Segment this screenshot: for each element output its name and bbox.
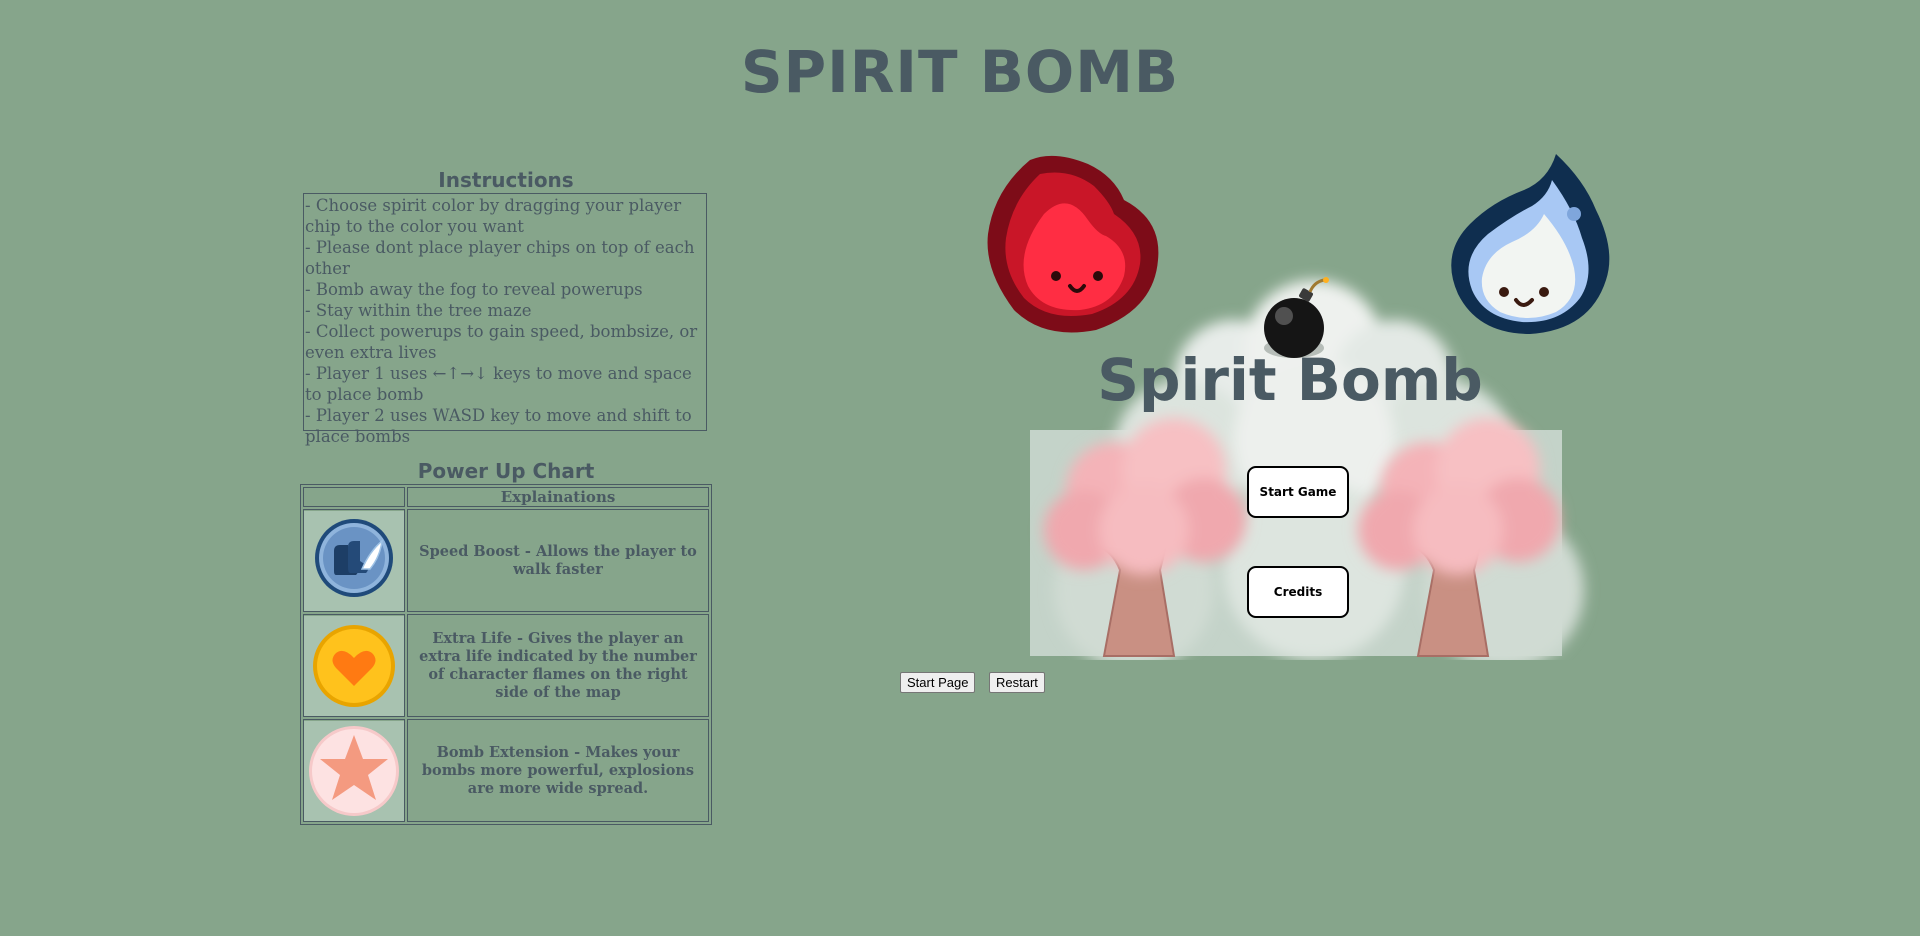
icon-header-cell: [303, 487, 405, 507]
speed-boost-icon: [304, 510, 404, 611]
blue-spirit-icon: [1451, 154, 1610, 334]
extra-life-description: Extra Life - Gives the player an extra l…: [407, 614, 709, 717]
credits-button[interactable]: Credits: [1247, 566, 1349, 618]
instruction-line: - Player 1 uses ←↑→↓ keys to move and sp…: [305, 364, 692, 404]
powerup-chart-title: Power Up Chart: [417, 459, 595, 483]
speed-boost-description: Speed Boost - Allows the player to walk …: [407, 509, 709, 612]
instructions-box: - Choose spirit color by dragging your p…: [303, 193, 707, 446]
instruction-line: - Player 2 uses WASD key to move and shi…: [305, 406, 692, 446]
instruction-line: - Please dont place player chips on top …: [305, 238, 695, 278]
page-title: SPIRIT BOMB: [740, 38, 1180, 106]
speed-boost-icon-cell: [303, 509, 405, 612]
extra-life-icon-cell: [303, 614, 405, 717]
explanations-header: Explainations: [407, 487, 709, 507]
table-row: Speed Boost - Allows the player to walk …: [303, 509, 709, 612]
table-row: Extra Life - Gives the player an extra l…: [303, 614, 709, 717]
bomb-extension-icon: [304, 720, 404, 821]
table-header-row: Explainations: [303, 487, 709, 507]
start-game-button[interactable]: Start Game: [1247, 466, 1349, 518]
instructions-title: Instructions: [438, 168, 574, 192]
instruction-line: - Stay within the tree maze: [305, 301, 532, 320]
table-row: Bomb Extension - Makes your bombs more p…: [303, 719, 709, 822]
start-page-button[interactable]: Start Page: [900, 672, 976, 693]
instruction-line: - Choose spirit color by dragging your p…: [305, 196, 682, 236]
game-logo: Spirit Bomb: [1097, 346, 1483, 414]
instruction-line: - Bomb away the fog to reveal powerups: [305, 280, 643, 299]
powerup-table: Explainations Speed Boost - Allows the p…: [300, 484, 712, 825]
bomb-extension-icon-cell: [303, 719, 405, 822]
instruction-line: - Collect powerups to gain speed, bombsi…: [305, 322, 698, 362]
bomb-extension-description: Bomb Extension - Makes your bombs more p…: [407, 719, 709, 822]
red-spirit-icon: [987, 155, 1159, 333]
restart-button[interactable]: Restart: [989, 672, 1045, 693]
extra-life-icon: [304, 615, 404, 716]
